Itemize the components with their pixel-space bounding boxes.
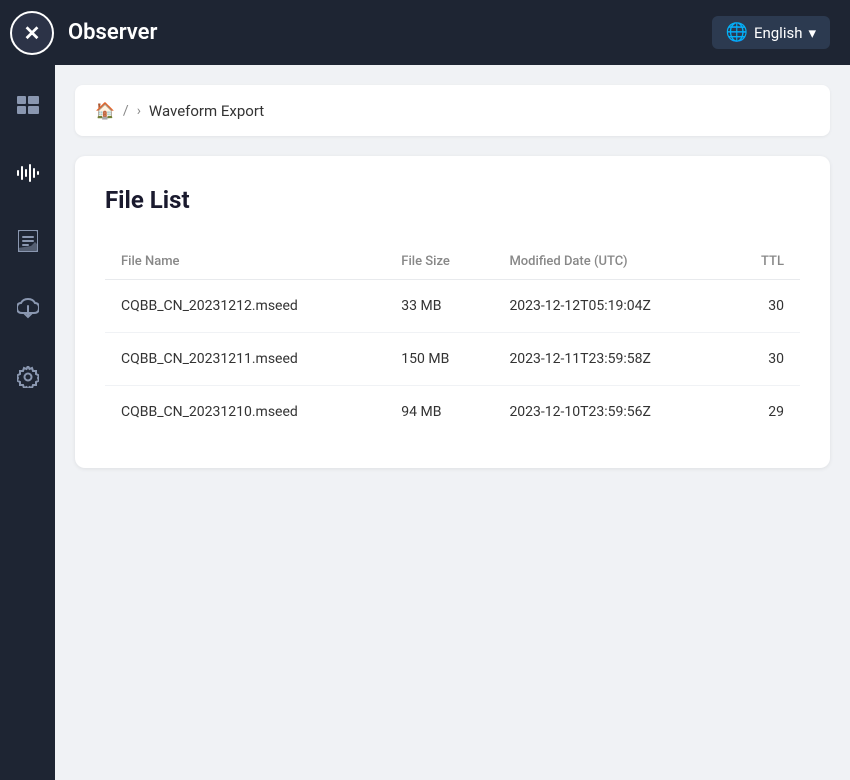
table-row[interactable]: CQBB_CN_20231210.mseed 94 MB 2023-12-10T…: [105, 386, 800, 439]
top-header: ✕ Observer 🌐 English ▾: [0, 0, 850, 65]
sidebar: [0, 65, 55, 780]
cell-modified: 2023-12-11T23:59:58Z: [493, 333, 726, 386]
cell-ttl: 29: [726, 386, 800, 439]
cell-filesize: 150 MB: [385, 333, 493, 386]
sidebar-item-settings[interactable]: [8, 357, 48, 397]
download-icon: [17, 298, 39, 320]
sidebar-item-download[interactable]: [8, 289, 48, 329]
globe-icon: 🌐: [726, 22, 748, 43]
report-icon: [18, 230, 38, 252]
sidebar-item-report[interactable]: [8, 221, 48, 261]
main-layout: 🏠 / › Waveform Export File List File Nam…: [0, 65, 850, 780]
table-header: File Name File Size Modified Date (UTC) …: [105, 244, 800, 280]
col-header-filesize: File Size: [385, 244, 493, 280]
header-left: ✕ Observer: [10, 11, 157, 55]
cell-modified: 2023-12-12T05:19:04Z: [493, 280, 726, 333]
language-selector[interactable]: 🌐 English ▾: [712, 16, 830, 49]
content-area: 🏠 / › Waveform Export File List File Nam…: [55, 65, 850, 780]
table-row[interactable]: CQBB_CN_20231211.mseed 150 MB 2023-12-11…: [105, 333, 800, 386]
cell-ttl: 30: [726, 280, 800, 333]
table-row[interactable]: CQBB_CN_20231212.mseed 33 MB 2023-12-12T…: [105, 280, 800, 333]
cell-modified: 2023-12-10T23:59:56Z: [493, 386, 726, 439]
cell-ttl: 30: [726, 333, 800, 386]
cell-filename: CQBB_CN_20231212.mseed: [105, 280, 385, 333]
home-icon[interactable]: 🏠: [95, 101, 115, 120]
breadcrumb: 🏠 / › Waveform Export: [75, 85, 830, 136]
dashboard-icon: [17, 96, 39, 114]
chevron-down-icon: ▾: [808, 24, 816, 42]
sidebar-item-dashboard[interactable]: [8, 85, 48, 125]
col-header-modified: Modified Date (UTC): [493, 244, 726, 280]
app-logo: ✕: [10, 11, 54, 55]
file-table: File Name File Size Modified Date (UTC) …: [105, 244, 800, 438]
cell-filename: CQBB_CN_20231210.mseed: [105, 386, 385, 439]
waveform-icon: [17, 164, 39, 182]
breadcrumb-current: Waveform Export: [149, 102, 264, 120]
cell-filesize: 33 MB: [385, 280, 493, 333]
breadcrumb-sep2: ›: [137, 103, 141, 119]
settings-icon: [17, 366, 39, 388]
language-label: English: [754, 24, 803, 42]
breadcrumb-sep1: /: [123, 103, 129, 119]
app-title: Observer: [68, 20, 157, 45]
file-list-title: File List: [105, 186, 800, 214]
col-header-ttl: TTL: [726, 244, 800, 280]
col-header-filename: File Name: [105, 244, 385, 280]
table-body: CQBB_CN_20231212.mseed 33 MB 2023-12-12T…: [105, 280, 800, 439]
cell-filesize: 94 MB: [385, 386, 493, 439]
file-list-card: File List File Name File Size Modified D…: [75, 156, 830, 468]
cell-filename: CQBB_CN_20231211.mseed: [105, 333, 385, 386]
sidebar-item-waveform[interactable]: [8, 153, 48, 193]
